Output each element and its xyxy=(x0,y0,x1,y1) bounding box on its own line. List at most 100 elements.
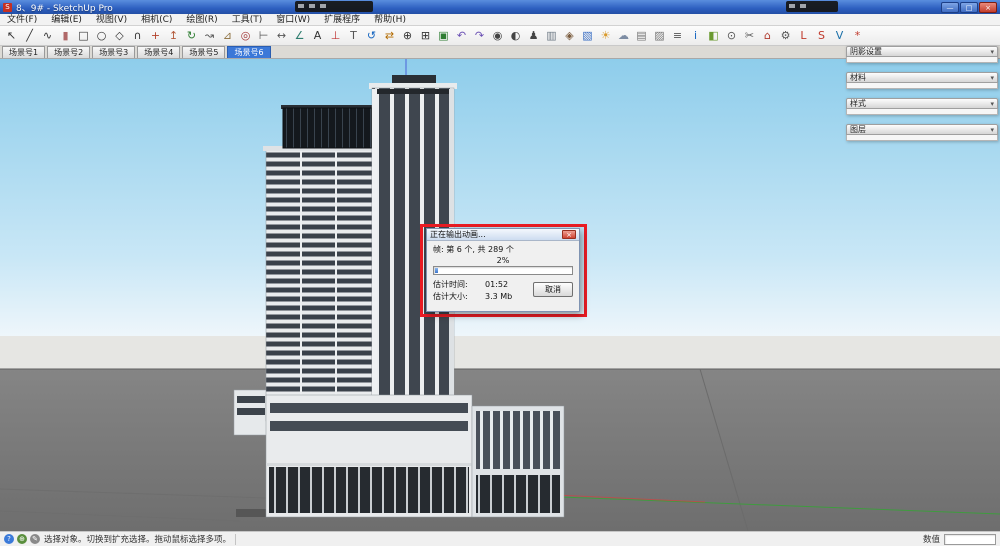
estimate-rows: 估计时间: 01:52 估计大小: 3.3 Mb 取消 xyxy=(433,278,573,304)
status-credits-icon[interactable]: ✎ xyxy=(30,534,40,544)
tool-glyph: ▧ xyxy=(582,29,593,42)
fog-icon[interactable]: ☁ xyxy=(615,27,632,44)
3d-text-tool-icon[interactable]: T xyxy=(345,27,362,44)
menu-edit[interactable]: 编辑(E) xyxy=(44,14,89,26)
menu-draw[interactable]: 绘图(R) xyxy=(179,14,224,26)
polygon-tool-icon[interactable]: ◇ xyxy=(111,27,128,44)
section-plane-icon[interactable]: ▥ xyxy=(543,27,560,44)
entity-info-icon[interactable]: i xyxy=(687,27,704,44)
tool-glyph: ↻ xyxy=(186,29,197,42)
match-photo-icon[interactable]: ▤ xyxy=(633,27,650,44)
title-bar[interactable]: S 8、9# - SketchUp Pro — □ × xyxy=(0,0,1000,14)
tray-panel-header[interactable]: 材料 ▾ xyxy=(846,72,998,83)
model-info-icon[interactable]: ⊙ xyxy=(723,27,740,44)
menu-extensions[interactable]: 扩展程序 xyxy=(317,14,367,26)
tool-glyph: ▥ xyxy=(546,29,557,42)
offset-tool-icon[interactable]: ◎ xyxy=(237,27,254,44)
next-view-icon[interactable]: ↷ xyxy=(471,27,488,44)
close-button[interactable]: × xyxy=(979,1,997,13)
tray-panel-header[interactable]: 阴影设置 ▾ xyxy=(846,46,998,57)
look-around-icon[interactable]: ◐ xyxy=(507,27,524,44)
position-camera-icon[interactable]: ◉ xyxy=(489,27,506,44)
collapse-arrow-icon[interactable]: ▾ xyxy=(990,126,994,134)
tool-glyph: ⊙ xyxy=(726,29,737,42)
tray-panel-header[interactable]: 图层 ▾ xyxy=(846,124,998,135)
circle-tool-icon[interactable]: ○ xyxy=(93,27,110,44)
collapse-arrow-icon[interactable]: ▾ xyxy=(990,100,994,108)
rotate-tool-icon[interactable]: ↻ xyxy=(183,27,200,44)
menu-view[interactable]: 视图(V) xyxy=(89,14,134,26)
move-tool-icon[interactable]: + xyxy=(147,27,164,44)
menu-help[interactable]: 帮助(H) xyxy=(367,14,413,26)
scene-tab-2[interactable]: 场景号2 xyxy=(47,46,91,58)
pan-tool-icon[interactable]: ⇄ xyxy=(381,27,398,44)
line-tool-icon[interactable]: ╱ xyxy=(21,27,38,44)
cancel-button[interactable]: 取消 xyxy=(533,282,573,297)
tray-panel-body xyxy=(846,57,998,63)
select-tool-icon[interactable]: ↖ xyxy=(3,27,20,44)
scale-tool-icon[interactable]: ⊿ xyxy=(219,27,236,44)
minimize-button[interactable]: — xyxy=(941,1,959,13)
zoom-window-tool-icon[interactable]: ⊞ xyxy=(417,27,434,44)
vray-icon[interactable]: V xyxy=(831,27,848,44)
tool-glyph: S xyxy=(818,29,825,42)
extension-warehouse-icon[interactable]: ⚙ xyxy=(777,27,794,44)
materials-icon[interactable]: ◧ xyxy=(705,27,722,44)
tray-panel-header[interactable]: 样式 ▾ xyxy=(846,98,998,109)
arc-tool-icon[interactable]: ∩ xyxy=(129,27,146,44)
layout-icon[interactable]: L xyxy=(795,27,812,44)
menu-camera[interactable]: 相机(C) xyxy=(134,14,179,26)
menu-file[interactable]: 文件(F) xyxy=(0,14,44,26)
export-dialog[interactable]: 正在输出动画... × 帧: 第 6 个, 共 289 个 2% 估计时间: 0… xyxy=(426,228,580,312)
styles-icon[interactable]: ▨ xyxy=(651,27,668,44)
previous-view-icon[interactable]: ↶ xyxy=(453,27,470,44)
paint-bucket-icon[interactable]: ▧ xyxy=(579,27,596,44)
style-builder-icon[interactable]: S xyxy=(813,27,830,44)
orbit-tool-icon[interactable]: ↺ xyxy=(363,27,380,44)
maximize-button[interactable]: □ xyxy=(960,1,978,13)
rectangle-tool-icon[interactable]: □ xyxy=(75,27,92,44)
menu-window[interactable]: 窗口(W) xyxy=(269,14,317,26)
make-component-icon[interactable]: ◈ xyxy=(561,27,578,44)
text-tool-icon[interactable]: A xyxy=(309,27,326,44)
eraser-tool-icon[interactable]: ▮ xyxy=(57,27,74,44)
menu-tools[interactable]: 工具(T) xyxy=(225,14,270,26)
measurement-input[interactable] xyxy=(944,533,996,545)
window-controls: — □ × xyxy=(941,1,997,13)
zoom-extents-tool-icon[interactable]: ▣ xyxy=(435,27,452,44)
scene-tab-1[interactable]: 场景号1 xyxy=(2,46,46,58)
zoom-tool-icon[interactable]: ⊕ xyxy=(399,27,416,44)
status-hint-text: 选择对象。切换到扩充选择。拖动鼠标选择多项。 xyxy=(44,535,232,545)
plugin-icon[interactable]: * xyxy=(849,27,866,44)
estimated-time-value: 01:52 xyxy=(485,279,509,289)
tool-glyph: ✂ xyxy=(744,29,755,42)
collapse-arrow-icon[interactable]: ▾ xyxy=(990,48,994,56)
tape-measure-tool-icon[interactable]: ⊢ xyxy=(255,27,272,44)
walk-tool-icon[interactable]: ♟ xyxy=(525,27,542,44)
status-geolocation-icon[interactable]: ⊕ xyxy=(17,534,27,544)
dimension-tool-icon[interactable]: ↔ xyxy=(273,27,290,44)
status-help-icon[interactable]: ? xyxy=(4,534,14,544)
freehand-tool-icon[interactable]: ∿ xyxy=(39,27,56,44)
scene-tab-4[interactable]: 场景号4 xyxy=(137,46,181,58)
tool-glyph: L xyxy=(800,29,807,42)
follow-me-tool-icon[interactable]: ↝ xyxy=(201,27,218,44)
scene-tab-3[interactable]: 场景号3 xyxy=(92,46,136,58)
estimated-size-label: 估计大小: xyxy=(433,291,468,301)
status-icons: ? ⊕ ✎ xyxy=(4,534,40,544)
3d-warehouse-icon[interactable]: ⌂ xyxy=(759,27,776,44)
tool-glyph: ⚙ xyxy=(780,29,791,42)
protractor-tool-icon[interactable]: ∠ xyxy=(291,27,308,44)
dialog-close-icon[interactable]: × xyxy=(562,230,576,239)
shadows-icon[interactable]: ☀ xyxy=(597,27,614,44)
purge-icon[interactable]: ✂ xyxy=(741,27,758,44)
scene-tab-6[interactable]: 场景号6 xyxy=(227,46,271,58)
collapse-arrow-icon[interactable]: ▾ xyxy=(990,74,994,82)
layers-icon[interactable]: ≡ xyxy=(669,27,686,44)
tool-glyph: ◇ xyxy=(115,29,124,42)
push-pull-tool-icon[interactable]: ↥ xyxy=(165,27,182,44)
tool-glyph: ⇄ xyxy=(384,29,395,42)
export-dialog-titlebar[interactable]: 正在输出动画... × xyxy=(427,229,579,241)
axes-tool-icon[interactable]: ⊥ xyxy=(327,27,344,44)
scene-tab-5[interactable]: 场景号5 xyxy=(182,46,226,58)
